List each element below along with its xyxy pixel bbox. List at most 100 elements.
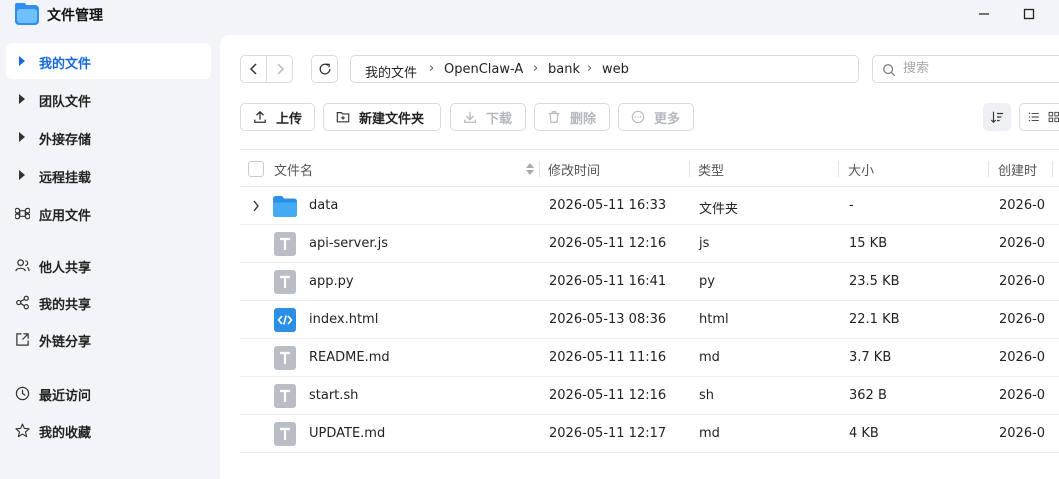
new-folder-button[interactable]: 新建文件夹 [323,103,441,131]
column-header-created[interactable]: 创建时 [998,160,1037,179]
back-button[interactable] [240,55,267,83]
clock-icon [14,385,30,401]
table-row[interactable]: api-server.js 2026-05-11 12:16 js 15 KB … [240,225,1059,263]
column-divider[interactable] [838,161,839,177]
sidebar-item-label: 最近访问 [39,389,92,404]
sidebar-item-remote-mount[interactable]: 远程挂载 [6,157,211,193]
maximize-button[interactable] [1014,4,1044,24]
sort-toggle-icon[interactable] [525,162,535,176]
file-manager-logo-icon [15,3,39,25]
select-all-checkbox[interactable] [248,161,264,177]
file-name: data [309,198,339,213]
table-row[interactable]: UPDATE.md 2026-05-11 12:17 md 4 KB 2026-… [240,415,1059,453]
text-file-icon [274,422,296,446]
trash-icon [548,111,560,123]
sidebar-item-label: 应用文件 [39,209,92,224]
sidebar-item-label: 团队文件 [39,95,92,110]
file-name: start.sh [309,388,359,403]
file-modified: 2026-05-11 16:33 [549,198,667,213]
file-type: 文件夹 [699,202,739,217]
sidebar-item-favorites[interactable]: 我的收藏 [6,412,211,448]
sidebar-item-team-files[interactable]: 团队文件 [6,81,211,117]
more-button[interactable]: 更多 [618,103,694,131]
refresh-button[interactable] [311,55,338,83]
share-icon [14,294,30,310]
file-created: 2026-0 [999,312,1046,327]
breadcrumb-item-openclaw[interactable]: OpenClaw-A [444,62,523,77]
column-header-type[interactable]: 类型 [698,160,724,179]
file-size: 4 KB [849,426,879,441]
column-divider[interactable] [539,161,540,177]
caret-right-icon [14,91,30,107]
file-size: 362 B [849,388,887,403]
table-row[interactable]: index.html 2026-05-13 08:36 html 22.1 KB… [240,301,1059,339]
search-icon [883,64,896,77]
sidebar-item-my-files[interactable]: 我的文件 [6,43,211,79]
breadcrumb-item-bank[interactable]: bank [548,62,580,77]
caret-right-icon [14,53,30,69]
minimize-icon [979,13,989,15]
breadcrumb: 我的文件 › OpenClaw-A › bank › web [350,55,859,83]
sidebar-item-external-storage[interactable]: 外接存储 [6,119,211,155]
star-icon [14,422,30,438]
sidebar-item-shared-with-me[interactable]: 他人共享 [6,247,211,283]
search-input[interactable] [903,61,1053,76]
column-header-modified[interactable]: 修改时间 [548,160,600,179]
column-divider[interactable] [1052,161,1053,177]
sidebar-item-label: 我的共享 [39,298,92,313]
column-header-name[interactable]: 文件名 [274,160,313,179]
text-file-icon [274,384,296,408]
file-modified: 2026-05-13 08:36 [549,312,667,327]
breadcrumb-item-web[interactable]: web [602,62,629,77]
upload-button[interactable]: 上传 [240,103,315,131]
refresh-icon [319,63,330,75]
text-file-icon [274,346,296,370]
view-mode-toggle[interactable] [1019,103,1059,131]
table-row[interactable]: start.sh 2026-05-11 12:16 sh 362 B 2026-… [240,377,1059,415]
expand-chevron-icon[interactable] [252,200,260,212]
forward-button[interactable] [266,55,293,83]
file-modified: 2026-05-11 12:16 [549,388,667,403]
download-button[interactable]: 下载 [450,103,526,131]
sidebar-item-label: 我的收藏 [39,426,92,441]
app-title: 文件管理 [47,8,103,24]
file-name: index.html [309,312,379,327]
file-type: sh [699,388,715,403]
sidebar-item-label: 他人共享 [39,261,92,276]
file-size: 23.5 KB [849,274,900,289]
sidebar-item-app-files[interactable]: 应用文件 [6,195,211,231]
table-row[interactable]: data 2026-05-11 16:33 文件夹 - 2026-0 [240,187,1059,225]
file-type: js [699,236,710,251]
sidebar-item-link-shares[interactable]: 外链分享 [6,321,211,357]
users-icon [14,257,30,273]
file-size: 15 KB [849,236,888,251]
column-divider[interactable] [988,161,989,177]
column-header-size[interactable]: 大小 [848,160,874,179]
file-modified: 2026-05-11 16:41 [549,274,667,289]
sidebar-item-label: 外接存储 [39,133,92,148]
external-link-icon [14,331,30,347]
delete-button[interactable]: 删除 [534,103,610,131]
breadcrumb-item-my-files[interactable]: 我的文件 [365,62,417,81]
grid-view-icon[interactable] [1048,110,1059,124]
sort-button[interactable] [983,103,1011,131]
maximize-icon [1023,8,1035,20]
main-panel: 我的文件 › OpenClaw-A › bank › web 上传 新建文件夹 … [220,35,1059,479]
column-divider[interactable] [689,161,690,177]
file-name: app.py [309,274,354,289]
table-row[interactable]: app.py 2026-05-11 16:41 py 23.5 KB 2026-… [240,263,1059,301]
code-file-icon [274,308,296,332]
sidebar-item-recent[interactable]: 最近访问 [6,375,211,411]
file-type: py [699,274,715,289]
sidebar-item-my-shares[interactable]: 我的共享 [6,284,211,320]
breadcrumb-separator-icon: › [429,61,435,76]
file-created: 2026-0 [999,426,1046,441]
search-box [872,55,1059,83]
sidebar-item-label: 外链分享 [39,335,92,350]
file-size: 3.7 KB [849,350,892,365]
file-modified: 2026-05-11 11:16 [549,350,667,365]
table-row[interactable]: README.md 2026-05-11 11:16 md 3.7 KB 202… [240,339,1059,377]
file-created: 2026-0 [999,350,1046,365]
minimize-button[interactable] [969,4,999,24]
list-view-icon[interactable] [1028,110,1040,124]
